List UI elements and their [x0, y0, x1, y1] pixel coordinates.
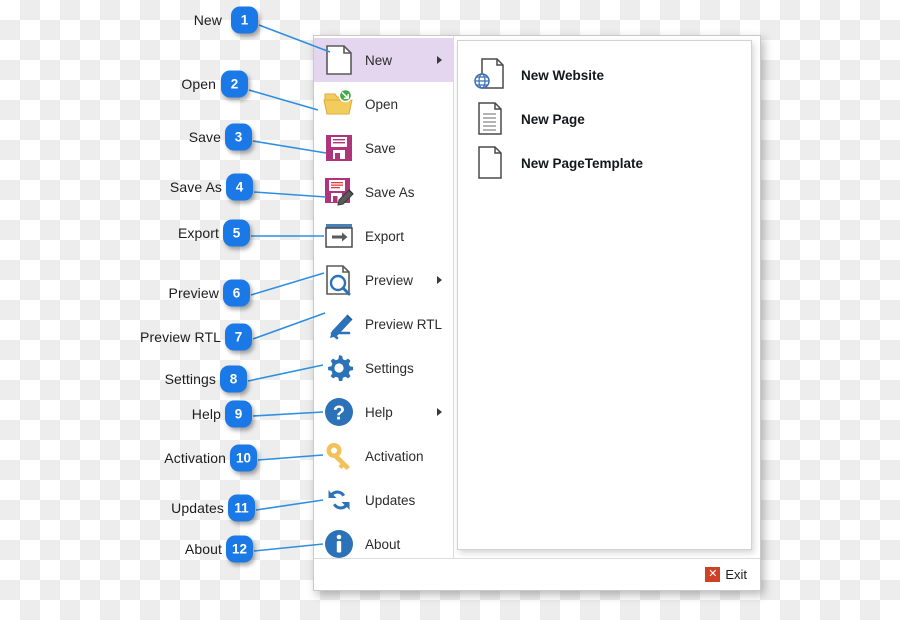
- callout-label: Preview: [168, 285, 219, 301]
- callout-label: Help: [191, 406, 221, 422]
- callout-badge: 9: [225, 400, 252, 428]
- callout-badge: 11: [228, 494, 255, 522]
- callout-badge: 3: [225, 123, 252, 151]
- callout-label: Open: [181, 76, 216, 92]
- callout-label: About: [184, 541, 222, 557]
- callout-badge: 10: [230, 444, 257, 472]
- callout-label: Save As: [169, 179, 222, 195]
- callout-label: New: [193, 12, 222, 28]
- callout-badge: 5: [223, 219, 250, 247]
- callout-badge: 1: [231, 6, 258, 34]
- callout-label: Settings: [164, 371, 216, 387]
- callout-label: Save: [188, 129, 221, 145]
- callout-badge: 2: [221, 70, 248, 98]
- callout-badge: 12: [226, 535, 253, 563]
- callout-label: Export: [177, 225, 219, 241]
- callout-badge: 8: [220, 365, 247, 393]
- callout-badge: 4: [226, 173, 253, 201]
- callout-label: Activation: [164, 450, 226, 466]
- callout-label: Updates: [171, 500, 224, 516]
- callout-badge: 7: [225, 323, 252, 351]
- callout-label: Preview RTL: [140, 329, 221, 345]
- callout-overlay: New 1 Open 2 Save 3 Save As 4 Export 5 Preview 6 Pre…: [0, 0, 900, 620]
- callout-badge: 6: [223, 279, 250, 307]
